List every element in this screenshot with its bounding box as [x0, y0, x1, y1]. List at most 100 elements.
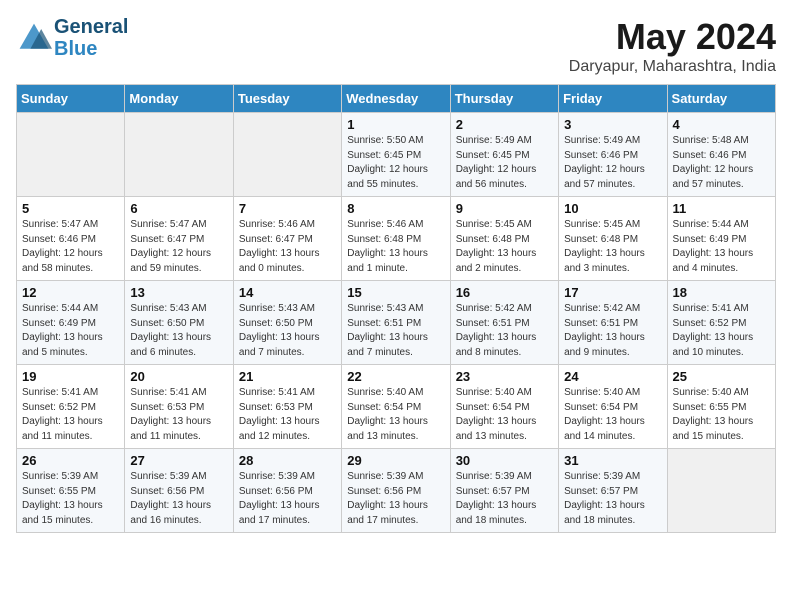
day-number: 31: [564, 453, 661, 468]
day-number: 12: [22, 285, 119, 300]
calendar-table: SundayMondayTuesdayWednesdayThursdayFrid…: [16, 84, 776, 533]
day-info: Sunrise: 5:43 AMSunset: 6:50 PMDaylight:…: [239, 302, 336, 360]
day-info: Sunrise: 5:42 AMSunset: 6:51 PMDaylight:…: [564, 302, 661, 360]
day-number: 30: [456, 453, 553, 468]
day-number: 4: [673, 117, 770, 132]
calendar-cell: 5 Sunrise: 5:47 AMSunset: 6:46 PMDaylight…: [17, 197, 125, 281]
day-info: Sunrise: 5:40 AMSunset: 6:54 PMDaylight:…: [456, 386, 553, 444]
logo-text-line1: General: [54, 16, 128, 38]
calendar-cell: 19Sunrise: 5:41 AMSunset: 6:52 PMDayligh…: [17, 365, 125, 449]
day-header-monday: Monday: [125, 85, 233, 113]
day-info: Sunrise: 5:47 AMSunset: 6:46 PMDaylight:…: [22, 218, 119, 276]
day-info: Sunrise: 5:50 AMSunset: 6:45 PMDaylight:…: [347, 134, 444, 192]
calendar-cell: 6 Sunrise: 5:47 AMSunset: 6:47 PMDaylight…: [125, 197, 233, 281]
calendar-cell: 7Sunrise: 5:46 AMSunset: 6:47 PMDaylight…: [233, 197, 341, 281]
day-info: Sunrise: 5:42 AMSunset: 6:51 PMDaylight:…: [456, 302, 553, 360]
day-info: Sunrise: 5:41 AMSunset: 6:52 PMDaylight:…: [673, 302, 770, 360]
month-title: May 2024: [569, 16, 776, 58]
day-number: 11: [673, 201, 770, 216]
day-info: Sunrise: 5:48 AMSunset: 6:46 PMDaylight:…: [673, 134, 770, 192]
day-info: Sunrise: 5:40 AMSunset: 6:54 PMDaylight:…: [564, 386, 661, 444]
calendar-cell: 25 Sunrise: 5:40 AMSunset: 6:55 PMDayligh…: [667, 365, 775, 449]
day-number: 23: [456, 369, 553, 384]
logo: General Blue: [16, 16, 128, 60]
day-info: Sunrise: 5:44 AMSunset: 6:49 PMDaylight:…: [22, 302, 119, 360]
day-number: 28: [239, 453, 336, 468]
logo-icon: [16, 20, 52, 56]
calendar-cell: 24 Sunrise: 5:40 AMSunset: 6:54 PMDayligh…: [559, 365, 667, 449]
day-number: 29: [347, 453, 444, 468]
calendar-cell: 2 Sunrise: 5:49 AMSunset: 6:45 PMDaylight…: [450, 113, 558, 197]
day-info: Sunrise: 5:44 AMSunset: 6:49 PMDaylight:…: [673, 218, 770, 276]
day-number: 10: [564, 201, 661, 216]
day-number: 15: [347, 285, 444, 300]
day-info: Sunrise: 5:45 AMSunset: 6:48 PMDaylight:…: [564, 218, 661, 276]
calendar-cell: 11 Sunrise: 5:44 AMSunset: 6:49 PMDayligh…: [667, 197, 775, 281]
calendar-cell: 23 Sunrise: 5:40 AMSunset: 6:54 PMDayligh…: [450, 365, 558, 449]
calendar-cell: 31 Sunrise: 5:39 AMSunset: 6:57 PMDayligh…: [559, 449, 667, 533]
calendar-cell: 27 Sunrise: 5:39 AMSunset: 6:56 PMDayligh…: [125, 449, 233, 533]
day-number: 14: [239, 285, 336, 300]
day-info: Sunrise: 5:49 AMSunset: 6:45 PMDaylight:…: [456, 134, 553, 192]
day-number: 27: [130, 453, 227, 468]
day-number: 26: [22, 453, 119, 468]
calendar-cell: 26 Sunrise: 5:39 AMSunset: 6:55 PMDayligh…: [17, 449, 125, 533]
day-number: 8: [347, 201, 444, 216]
calendar-cell: 10 Sunrise: 5:45 AMSunset: 6:48 PMDayligh…: [559, 197, 667, 281]
day-info: Sunrise: 5:39 AMSunset: 6:57 PMDaylight:…: [564, 470, 661, 528]
day-info: Sunrise: 5:41 AMSunset: 6:53 PMDaylight:…: [239, 386, 336, 444]
calendar-cell: 22Sunrise: 5:40 AMSunset: 6:54 PMDayligh…: [342, 365, 450, 449]
day-info: Sunrise: 5:41 AMSunset: 6:53 PMDaylight:…: [130, 386, 227, 444]
day-number: 7: [239, 201, 336, 216]
calendar-cell: 28 Sunrise: 5:39 AMSunset: 6:56 PMDayligh…: [233, 449, 341, 533]
day-number: 1: [347, 117, 444, 132]
day-number: 9: [456, 201, 553, 216]
calendar-cell: 9 Sunrise: 5:45 AMSunset: 6:48 PMDaylight…: [450, 197, 558, 281]
calendar-cell: 14 Sunrise: 5:43 AMSunset: 6:50 PMDayligh…: [233, 281, 341, 365]
calendar-cell: 30 Sunrise: 5:39 AMSunset: 6:57 PMDayligh…: [450, 449, 558, 533]
calendar-cell: 15 Sunrise: 5:43 AMSunset: 6:51 PMDayligh…: [342, 281, 450, 365]
day-number: 2: [456, 117, 553, 132]
title-block: May 2024 Daryapur, Maharashtra, India: [569, 16, 776, 76]
page-header: General Blue May 2024 Daryapur, Maharash…: [16, 16, 776, 76]
calendar-cell: [667, 449, 775, 533]
calendar-cell: 13 Sunrise: 5:43 AMSunset: 6:50 PMDayligh…: [125, 281, 233, 365]
day-number: 25: [673, 369, 770, 384]
calendar-cell: [17, 113, 125, 197]
day-info: Sunrise: 5:43 AMSunset: 6:50 PMDaylight:…: [130, 302, 227, 360]
day-info: Sunrise: 5:39 AMSunset: 6:56 PMDaylight:…: [239, 470, 336, 528]
day-number: 6: [130, 201, 227, 216]
calendar-cell: [125, 113, 233, 197]
calendar-cell: 1 Sunrise: 5:50 AMSunset: 6:45 PMDaylight…: [342, 113, 450, 197]
logo-text-line2: Blue: [54, 38, 128, 60]
day-info: Sunrise: 5:40 AMSunset: 6:55 PMDaylight:…: [673, 386, 770, 444]
calendar-cell: 8Sunrise: 5:46 AMSunset: 6:48 PMDaylight…: [342, 197, 450, 281]
day-info: Sunrise: 5:39 AMSunset: 6:55 PMDaylight:…: [22, 470, 119, 528]
day-number: 17: [564, 285, 661, 300]
day-number: 21: [239, 369, 336, 384]
calendar-cell: 17 Sunrise: 5:42 AMSunset: 6:51 PMDayligh…: [559, 281, 667, 365]
calendar-cell: 3Sunrise: 5:49 AMSunset: 6:46 PMDaylight…: [559, 113, 667, 197]
day-number: 20: [130, 369, 227, 384]
day-info: Sunrise: 5:45 AMSunset: 6:48 PMDaylight:…: [456, 218, 553, 276]
calendar-cell: 18 Sunrise: 5:41 AMSunset: 6:52 PMDayligh…: [667, 281, 775, 365]
calendar-cell: [233, 113, 341, 197]
day-info: Sunrise: 5:39 AMSunset: 6:56 PMDaylight:…: [130, 470, 227, 528]
day-info: Sunrise: 5:39 AMSunset: 6:57 PMDaylight:…: [456, 470, 553, 528]
day-number: 22: [347, 369, 444, 384]
day-number: 24: [564, 369, 661, 384]
calendar-cell: 16 Sunrise: 5:42 AMSunset: 6:51 PMDayligh…: [450, 281, 558, 365]
day-number: 5: [22, 201, 119, 216]
day-info: Sunrise: 5:43 AMSunset: 6:51 PMDaylight:…: [347, 302, 444, 360]
day-number: 13: [130, 285, 227, 300]
day-info: Sunrise: 5:41 AMSunset: 6:52 PMDaylight:…: [22, 386, 119, 444]
day-header-thursday: Thursday: [450, 85, 558, 113]
day-info: Sunrise: 5:49 AMSunset: 6:46 PMDaylight:…: [564, 134, 661, 192]
day-number: 16: [456, 285, 553, 300]
day-header-wednesday: Wednesday: [342, 85, 450, 113]
day-info: Sunrise: 5:47 AMSunset: 6:47 PMDaylight:…: [130, 218, 227, 276]
day-info: Sunrise: 5:39 AMSunset: 6:56 PMDaylight:…: [347, 470, 444, 528]
day-number: 18: [673, 285, 770, 300]
calendar-cell: 4 Sunrise: 5:48 AMSunset: 6:46 PMDaylight…: [667, 113, 775, 197]
calendar-cell: 29 Sunrise: 5:39 AMSunset: 6:56 PMDayligh…: [342, 449, 450, 533]
